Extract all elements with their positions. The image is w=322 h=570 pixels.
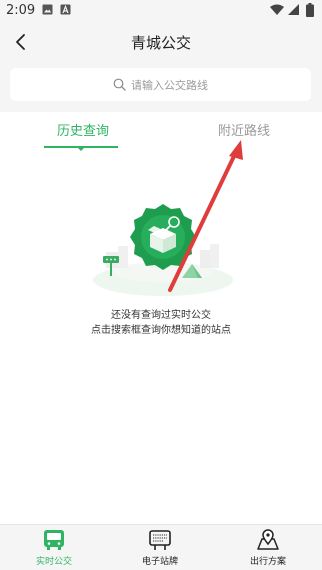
nav-plan-label: 出行方案 <box>249 557 286 567</box>
search-placeholder: 请输入公交路线 <box>131 78 208 92</box>
signal-icon <box>288 4 299 15</box>
image-icon <box>42 4 53 15</box>
nav-realtime-bus[interactable]: 实时公交 <box>14 529 94 567</box>
bus-icon <box>44 530 64 550</box>
wifi-icon <box>270 4 284 15</box>
search-input[interactable]: 请输入公交路线 <box>10 68 311 101</box>
active-tab-notch <box>77 147 85 151</box>
map-route-icon <box>257 529 279 550</box>
bottom-nav: 实时公交 电子站牌 出行方案 <box>0 524 322 570</box>
page-title: 青城公交 <box>130 34 191 52</box>
empty-box-badge-icon <box>93 204 233 296</box>
a-icon <box>60 4 71 15</box>
status-time: 2:09 <box>6 3 36 18</box>
tab-history[interactable]: 历史查询 <box>57 120 109 139</box>
tab-nearby-routes[interactable]: 附近路线 <box>218 120 270 139</box>
nav-board-label: 电子站牌 <box>141 557 178 567</box>
empty-state-line2: 点击搜索框查询你想知道的站点 <box>91 325 231 336</box>
content-panel: 历史查询 附近路线 还没有查询过实时公交 点击搜索框查询你想知道的站点 <box>0 112 322 524</box>
app-header: 青城公交 <box>0 22 322 62</box>
nav-realtime-label: 实时公交 <box>35 557 72 567</box>
search-icon <box>113 78 126 91</box>
battery-icon <box>306 3 314 17</box>
empty-state-line1: 还没有查询过实时公交 <box>111 310 211 321</box>
nav-bus-stop-board[interactable]: 电子站牌 <box>120 529 200 567</box>
status-bar: 2:09 <box>0 0 322 22</box>
bus-stop-board-icon <box>149 530 171 550</box>
nav-travel-plan[interactable]: 出行方案 <box>228 529 308 567</box>
